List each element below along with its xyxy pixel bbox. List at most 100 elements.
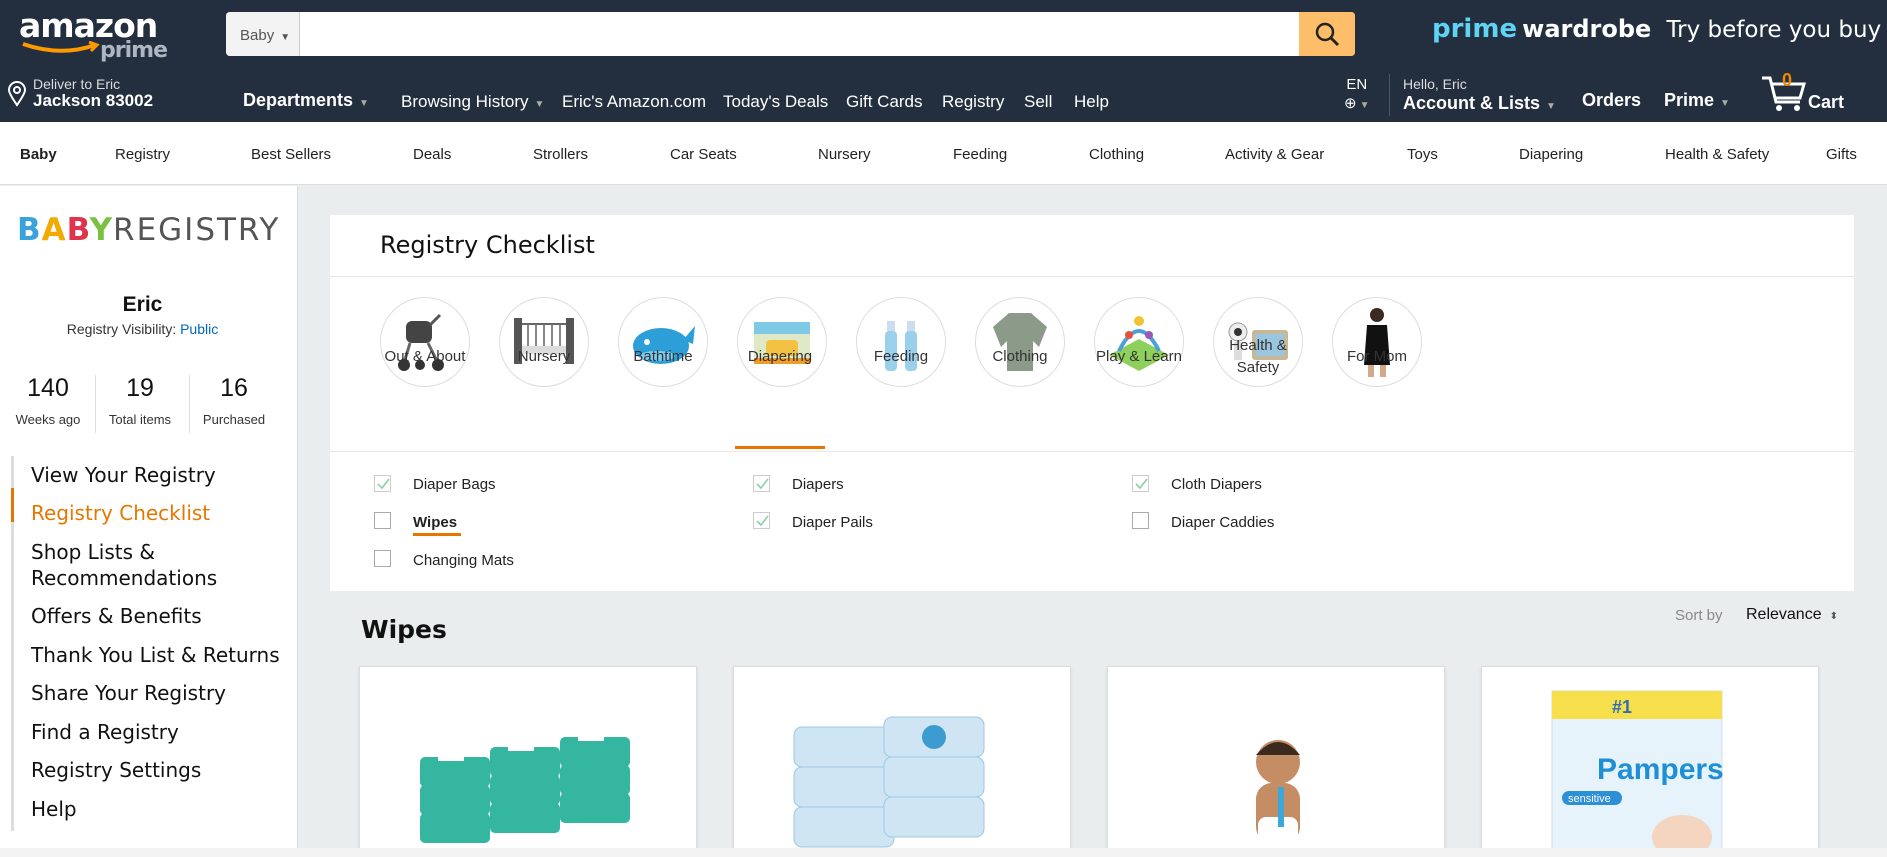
menu-find-registry[interactable]: Find a Registry <box>31 719 179 745</box>
search-icon <box>1315 22 1340 47</box>
menu-thank-you-list[interactable]: Thank You List & Returns <box>31 642 280 668</box>
category-feeding[interactable] <box>856 297 946 387</box>
visibility-link[interactable]: Public <box>180 321 218 337</box>
brand-text: Pampers <box>1597 753 1724 786</box>
product-card[interactable] <box>359 666 697 857</box>
departments-menu[interactable]: Departments ▼ <box>243 90 369 111</box>
promo-tagline: Try before you buy <box>1666 17 1882 43</box>
nav-browsing-history[interactable]: Browsing History ▼ <box>401 92 544 112</box>
checklist-item-wipes[interactable]: Wipes <box>413 514 457 531</box>
product-card[interactable]: #1 Pampers sensitive <box>1481 666 1819 857</box>
menu-registry-settings[interactable]: Registry Settings <box>31 757 201 783</box>
amazon-logo[interactable]: amazon prime <box>19 8 168 64</box>
category-nursery[interactable] <box>499 297 589 387</box>
menu-registry-checklist[interactable]: Registry Checklist <box>31 500 210 526</box>
checklist-item-cloth-diapers[interactable]: Cloth Diapers <box>1171 476 1262 493</box>
category-out-about[interactable] <box>380 297 470 387</box>
subnav-strollers[interactable]: Strollers <box>533 146 588 163</box>
checkbox-wipes[interactable] <box>374 512 391 529</box>
subnav-diapering[interactable]: Diapering <box>1519 146 1583 163</box>
menu-help[interactable]: Help <box>31 796 77 822</box>
nav-todays-deals[interactable]: Today's Deals <box>723 92 828 112</box>
divider <box>1389 74 1390 116</box>
search-input[interactable] <box>302 12 1292 56</box>
account-label: Account & Lists <box>1403 93 1541 113</box>
checkbox-cloth-diapers[interactable] <box>1132 475 1149 492</box>
subnav-toys[interactable]: Toys <box>1407 146 1438 163</box>
product-image-wipes-green <box>420 731 630 843</box>
promo-wardrobe: wardrobe <box>1522 15 1652 43</box>
checklist-item-diaper-bags[interactable]: Diaper Bags <box>413 476 496 493</box>
product-card[interactable] <box>1107 666 1445 857</box>
checklist-item-diaper-pails[interactable]: Diaper Pails <box>792 514 873 531</box>
category-bathtime[interactable] <box>618 297 708 387</box>
subnav-baby[interactable]: Baby <box>20 146 57 163</box>
category-for-mom[interactable] <box>1332 297 1422 387</box>
nav-gift-cards[interactable]: Gift Cards <box>846 92 923 112</box>
subnav-nursery[interactable]: Nursery <box>818 146 871 163</box>
checkbox-changing-mats[interactable] <box>374 550 391 567</box>
nav-sell[interactable]: Sell <box>1024 92 1052 112</box>
checkbox-diaper-caddies[interactable] <box>1132 512 1149 529</box>
nav-registry[interactable]: Registry <box>942 92 1004 112</box>
category-play-learn[interactable] <box>1094 297 1184 387</box>
category-label-health-safety-line1[interactable]: Health & <box>1198 335 1318 357</box>
search-category-select[interactable]: Baby ▼ <box>226 12 300 56</box>
search-button[interactable] <box>1299 12 1355 56</box>
account-lists-menu[interactable]: Hello, Eric Account & Lists ▼ <box>1403 76 1556 114</box>
subnav-health-safety[interactable]: Health & Safety <box>1665 146 1769 163</box>
stat-weeks: 140 Weeks ago <box>10 374 86 427</box>
category-label-clothing[interactable]: Clothing <box>960 346 1080 368</box>
subnav-clothing[interactable]: Clothing <box>1089 146 1144 163</box>
subnav-deals[interactable]: Deals <box>413 146 451 163</box>
language-selector[interactable]: EN ⊕ ▼ <box>1344 76 1369 112</box>
cart-label: Cart <box>1808 92 1845 112</box>
category-label-nursery[interactable]: Nursery <box>484 346 604 368</box>
category-clothing[interactable] <box>975 297 1065 387</box>
menu-offers-benefits[interactable]: Offers & Benefits <box>31 603 202 629</box>
stat-label: Purchased <box>202 412 266 427</box>
subnav-activity-gear[interactable]: Activity & Gear <box>1225 146 1324 163</box>
subnav-feeding[interactable]: Feeding <box>953 146 1007 163</box>
orders-link[interactable]: Orders <box>1582 90 1641 111</box>
visibility-label: Registry Visibility: <box>66 321 177 337</box>
category-label-out-about[interactable]: Out & About <box>365 346 485 368</box>
logo-prime: prime <box>100 38 168 63</box>
category-label-play-learn[interactable]: Play & Learn <box>1079 346 1199 368</box>
prime-menu[interactable]: Prime ▼ <box>1664 90 1730 111</box>
caret-down-icon: ▼ <box>1720 98 1730 109</box>
subnav-gifts[interactable]: Gifts <box>1826 146 1857 163</box>
menu-view-registry[interactable]: View Your Registry <box>31 462 216 488</box>
nav-help[interactable]: Help <box>1074 92 1109 112</box>
checklist-item-diaper-caddies[interactable]: Diaper Caddies <box>1171 514 1274 531</box>
check-icon <box>756 478 769 490</box>
category-diapering[interactable] <box>737 297 827 387</box>
menu-share-registry[interactable]: Share Your Registry <box>31 680 226 706</box>
sort-select[interactable]: Relevance ⬍ <box>1746 606 1838 624</box>
checklist-item-diapers[interactable]: Diapers <box>792 476 844 493</box>
category-label-feeding[interactable]: Feeding <box>841 346 961 368</box>
divider <box>95 375 96 433</box>
category-label-diapering[interactable]: Diapering <box>720 346 840 368</box>
category-label-health-safety-line2[interactable]: Safety <box>1198 357 1318 379</box>
divider <box>330 276 1854 277</box>
nav-erics-amazon[interactable]: Eric's Amazon.com <box>562 92 706 112</box>
checkbox-diapers[interactable] <box>753 475 770 492</box>
menu-shop-lists[interactable]: Shop Lists & <box>31 539 155 565</box>
checkbox-diaper-pails[interactable] <box>753 512 770 529</box>
cart-button[interactable]: 0 Cart <box>1760 70 1844 117</box>
baby-registry-logo: BABYREGISTRY <box>17 212 280 248</box>
subnav-car-seats[interactable]: Car Seats <box>670 146 737 163</box>
menu-recommendations[interactable]: Recommendations <box>31 565 217 591</box>
category-label-bathtime[interactable]: Bathtime <box>603 346 723 368</box>
subnav-registry[interactable]: Registry <box>115 146 170 163</box>
subnav-best-sellers[interactable]: Best Sellers <box>251 146 331 163</box>
cart-count: 0 <box>1782 70 1793 90</box>
caret-down-icon: ▼ <box>359 98 369 109</box>
category-label-for-mom[interactable]: For Mom <box>1317 346 1437 368</box>
globe-icon: ⊕ <box>1344 95 1357 112</box>
checkbox-diaper-bags[interactable] <box>374 475 391 492</box>
checklist-item-changing-mats[interactable]: Changing Mats <box>413 552 514 569</box>
product-card[interactable] <box>733 666 1071 857</box>
prime-wardrobe-promo[interactable]: prime wardrobe Try before you buy <box>1432 14 1881 44</box>
